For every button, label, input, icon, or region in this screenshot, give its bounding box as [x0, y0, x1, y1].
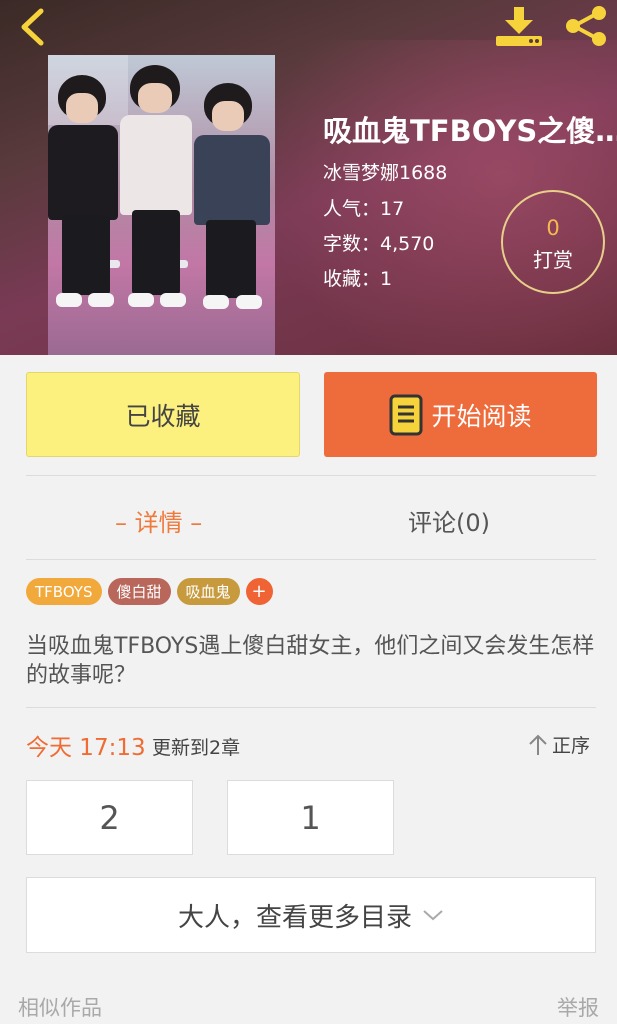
tag-tfboys[interactable]: TFBOYS — [26, 578, 102, 605]
book-cover-image[interactable] — [48, 55, 275, 355]
tag-list: TFBOYS 傻白甜 吸血鬼 + — [26, 578, 273, 605]
start-reading-button[interactable]: 开始阅读 — [324, 372, 597, 457]
reward-label: 打赏 — [533, 248, 573, 272]
reward-button[interactable]: 0 打赏 — [501, 190, 605, 294]
sort-order-label: 正序 — [552, 735, 591, 757]
divider — [26, 559, 596, 560]
book-author[interactable]: 冰雪梦娜1688 — [323, 158, 447, 185]
divider — [26, 475, 596, 476]
start-reading-label: 开始阅读 — [431, 401, 532, 431]
view-more-catalog-label: 大人，查看更多目录 — [177, 902, 412, 933]
tag-shabaitian[interactable]: 傻白甜 — [107, 578, 171, 605]
arrow-up-icon — [529, 734, 547, 755]
update-time: 今天 17:13 — [26, 735, 146, 761]
add-tag-button[interactable]: + — [245, 578, 273, 605]
reward-count: 0 — [546, 216, 560, 240]
download-button[interactable] — [494, 4, 544, 48]
book-description: 当吸血鬼TFBOYS遇上傻白甜女主，他们之间又会发生怎样的故事呢？ — [26, 634, 595, 688]
divider — [26, 707, 596, 708]
share-icon — [566, 6, 606, 46]
chapter-item[interactable]: 1 — [227, 780, 394, 855]
view-more-catalog-button[interactable]: 大人，查看更多目录 — [26, 877, 596, 953]
back-button[interactable] — [14, 6, 54, 46]
chevron-down-icon — [423, 910, 443, 921]
book-favorites: 收藏：1 — [323, 268, 393, 290]
book-header: 吸血鬼TFBOYS之傻… 冰雪梦娜1688 人气：17 字数：4,570 收藏：… — [0, 0, 617, 355]
similar-works-heading: 相似作品 — [18, 996, 102, 1020]
download-icon — [496, 7, 542, 46]
favorited-label: 已收藏 — [125, 401, 201, 431]
book-word-count: 字数：4,570 — [323, 233, 435, 255]
tab-comments[interactable]: 评论(0) — [408, 500, 490, 540]
share-button[interactable] — [562, 4, 612, 48]
book-popularity: 人气：17 — [323, 198, 405, 220]
book-title: 吸血鬼TFBOYS之傻… — [323, 114, 617, 148]
favorited-button[interactable]: 已收藏 — [26, 372, 300, 457]
sort-order-button[interactable]: 正序 — [528, 731, 590, 758]
chevron-left-icon — [21, 8, 44, 46]
tab-details[interactable]: – 详情 – — [115, 500, 202, 540]
tag-vampire[interactable]: 吸血鬼 — [176, 578, 240, 605]
report-link[interactable]: 举报 — [557, 992, 599, 1022]
chapter-item[interactable]: 2 — [26, 780, 193, 855]
update-status: 更新到2章 — [152, 737, 241, 759]
book-icon — [389, 394, 423, 435]
